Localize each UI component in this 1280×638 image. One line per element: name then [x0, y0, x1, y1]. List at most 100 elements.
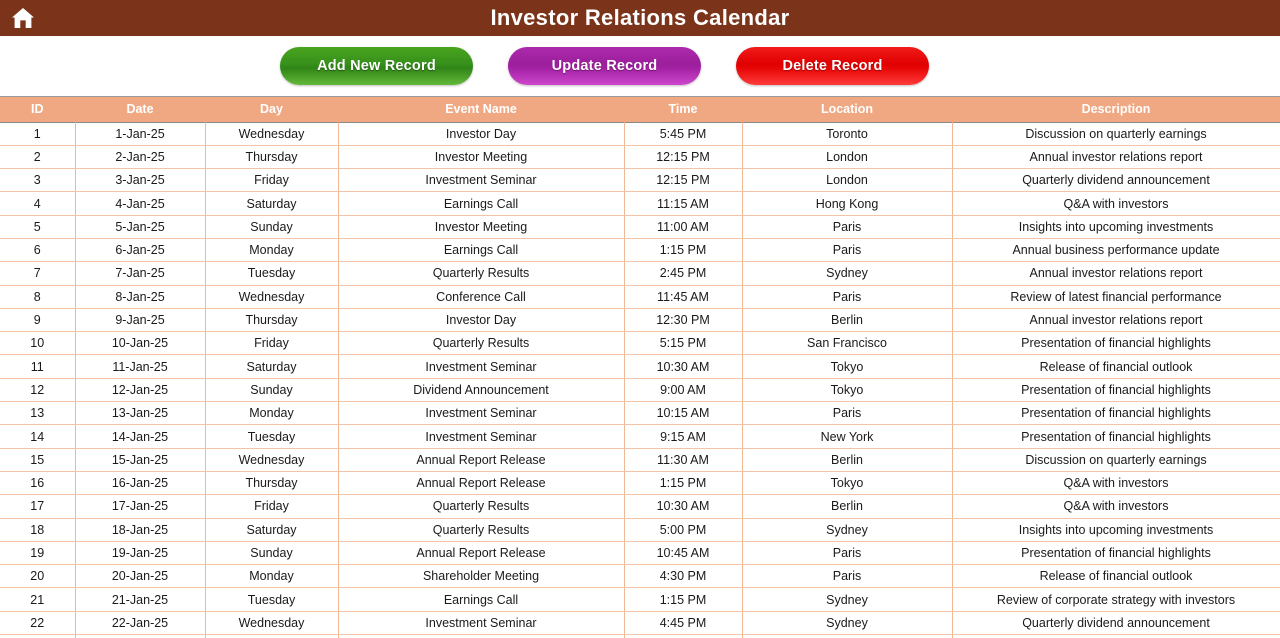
- home-button[interactable]: [0, 0, 46, 36]
- cell-date[interactable]: 15-Jan-25: [75, 448, 206, 472]
- cell-description[interactable]: Review of corporate strategy with invest…: [952, 587, 1280, 612]
- table-row[interactable]: 22 22-Jan-25 Wednesday Investment Seminar 4:…: [0, 611, 1280, 636]
- cell-description[interactable]: Insights into upcoming investments: [952, 518, 1280, 542]
- cell-day[interactable]: Thursday: [205, 471, 339, 496]
- cell-description[interactable]: Annual investor relations report: [952, 308, 1280, 333]
- cell-day[interactable]: Tuesday: [205, 424, 339, 449]
- cell-date[interactable]: 19-Jan-25: [75, 541, 206, 566]
- column-header-day[interactable]: Day: [205, 97, 339, 122]
- table-row[interactable]: 12 12-Jan-25 Sunday Dividend Announcement 9:…: [0, 378, 1280, 403]
- cell-time[interactable]: 9:15 AM: [624, 424, 743, 449]
- cell-date[interactable]: 11-Jan-25: [75, 354, 206, 379]
- cell-id[interactable]: 5: [0, 215, 76, 239]
- column-header-description[interactable]: Description: [952, 97, 1280, 122]
- cell-date[interactable]: 22-Jan-25: [75, 611, 206, 636]
- cell-location[interactable]: Paris: [742, 238, 953, 263]
- cell-date[interactable]: 21-Jan-25: [75, 587, 206, 612]
- cell-date[interactable]: 9-Jan-25: [75, 308, 206, 333]
- cell-id[interactable]: 4: [0, 191, 76, 216]
- cell-day[interactable]: Thursday: [205, 308, 339, 333]
- cell-event-name[interactable]: Quarterly Results: [338, 494, 625, 519]
- cell-date[interactable]: 18-Jan-25: [75, 518, 206, 542]
- table-row[interactable]: 14 14-Jan-25 Tuesday Investment Seminar 9:15…: [0, 424, 1280, 449]
- update-record-button[interactable]: Update Record: [508, 47, 701, 85]
- cell-description[interactable]: Presentation of financial highlights: [952, 378, 1280, 403]
- cell-date[interactable]: 17-Jan-25: [75, 494, 206, 519]
- cell-location[interactable]: [742, 634, 953, 638]
- cell-day[interactable]: Wednesday: [205, 122, 339, 146]
- cell-time[interactable]: [624, 634, 743, 638]
- cell-location[interactable]: New York: [742, 424, 953, 449]
- cell-event-name[interactable]: Investment Seminar: [338, 168, 625, 193]
- table-row[interactable]: 20 20-Jan-25 Monday Shareholder Meeting 4:30…: [0, 564, 1280, 589]
- cell-date[interactable]: 1-Jan-25: [75, 122, 206, 146]
- cell-day[interactable]: Friday: [205, 168, 339, 193]
- cell-time[interactable]: 12:15 PM: [624, 145, 743, 170]
- cell-time[interactable]: 10:30 AM: [624, 354, 743, 379]
- cell-id[interactable]: 3: [0, 168, 76, 193]
- cell-time[interactable]: 1:15 PM: [624, 471, 743, 496]
- cell-id[interactable]: 10: [0, 331, 76, 356]
- cell-description[interactable]: Presentation of financial highlights: [952, 424, 1280, 449]
- cell-location[interactable]: Paris: [742, 215, 953, 239]
- cell-event-name[interactable]: Investment Seminar: [338, 401, 625, 426]
- cell-event-name[interactable]: [338, 634, 625, 638]
- cell-time[interactable]: 12:15 PM: [624, 168, 743, 193]
- cell-time[interactable]: 11:45 AM: [624, 285, 743, 309]
- cell-location[interactable]: Hong Kong: [742, 191, 953, 216]
- cell-time[interactable]: 5:15 PM: [624, 331, 743, 356]
- cell-time[interactable]: 12:30 PM: [624, 308, 743, 333]
- table-row[interactable]: 1 1-Jan-25 Wednesday Investor Day 5:45 PM Tor…: [0, 122, 1280, 146]
- cell-time[interactable]: 1:15 PM: [624, 238, 743, 263]
- cell-location[interactable]: Sydney: [742, 611, 953, 636]
- cell-time[interactable]: 11:15 AM: [624, 191, 743, 216]
- cell-event-name[interactable]: Dividend Announcement: [338, 378, 625, 403]
- column-header-time[interactable]: Time: [624, 97, 743, 122]
- cell-date[interactable]: [75, 634, 206, 638]
- column-header-date[interactable]: Date: [75, 97, 206, 122]
- cell-location[interactable]: Sydney: [742, 261, 953, 286]
- cell-event-name[interactable]: Earnings Call: [338, 191, 625, 216]
- cell-event-name[interactable]: Annual Report Release: [338, 471, 625, 496]
- cell-day[interactable]: Wednesday: [205, 448, 339, 472]
- cell-location[interactable]: Berlin: [742, 494, 953, 519]
- cell-event-name[interactable]: Investor Day: [338, 122, 625, 146]
- cell-day[interactable]: Sunday: [205, 215, 339, 239]
- cell-date[interactable]: 7-Jan-25: [75, 261, 206, 286]
- cell-date[interactable]: 20-Jan-25: [75, 564, 206, 589]
- column-header-location[interactable]: Location: [742, 97, 953, 122]
- cell-day[interactable]: Thursday: [205, 145, 339, 170]
- cell-location[interactable]: Tokyo: [742, 354, 953, 379]
- cell-event-name[interactable]: Shareholder Meeting: [338, 564, 625, 589]
- cell-date[interactable]: 2-Jan-25: [75, 145, 206, 170]
- cell-location[interactable]: Berlin: [742, 448, 953, 472]
- cell-id[interactable]: 16: [0, 471, 76, 496]
- cell-id[interactable]: 18: [0, 518, 76, 542]
- cell-description[interactable]: Discussion on quarterly earnings: [952, 122, 1280, 146]
- cell-time[interactable]: 5:45 PM: [624, 122, 743, 146]
- cell-description[interactable]: Presentation of financial highlights: [952, 401, 1280, 426]
- cell-event-name[interactable]: Investment Seminar: [338, 611, 625, 636]
- table-row[interactable]: 10 10-Jan-25 Friday Quarterly Results 5:15 P…: [0, 331, 1280, 356]
- table-row[interactable]: 9 9-Jan-25 Thursday Investor Day 12:30 PM Ber…: [0, 308, 1280, 333]
- cell-location[interactable]: Tokyo: [742, 471, 953, 496]
- records-grid[interactable]: ID Date Day Event Name Time Location Descripti…: [0, 96, 1280, 638]
- cell-time[interactable]: 5:00 PM: [624, 518, 743, 542]
- cell-description[interactable]: Q&A with investors: [952, 191, 1280, 216]
- cell-event-name[interactable]: Conference Call: [338, 285, 625, 309]
- cell-description[interactable]: Insights into upcoming investments: [952, 215, 1280, 239]
- cell-description[interactable]: Quarterly dividend announcement: [952, 168, 1280, 193]
- cell-event-name[interactable]: Annual Report Release: [338, 541, 625, 566]
- cell-id[interactable]: 6: [0, 238, 76, 263]
- cell-time[interactable]: 10:30 AM: [624, 494, 743, 519]
- cell-time[interactable]: 11:00 AM: [624, 215, 743, 239]
- cell-event-name[interactable]: Investment Seminar: [338, 354, 625, 379]
- cell-event-name[interactable]: Earnings Call: [338, 587, 625, 612]
- cell-id[interactable]: 2: [0, 145, 76, 170]
- cell-event-name[interactable]: Investor Meeting: [338, 145, 625, 170]
- cell-date[interactable]: 12-Jan-25: [75, 378, 206, 403]
- cell-time[interactable]: 11:30 AM: [624, 448, 743, 472]
- cell-description[interactable]: Release of financial outlook: [952, 354, 1280, 379]
- cell-id[interactable]: 12: [0, 378, 76, 403]
- cell-date[interactable]: 13-Jan-25: [75, 401, 206, 426]
